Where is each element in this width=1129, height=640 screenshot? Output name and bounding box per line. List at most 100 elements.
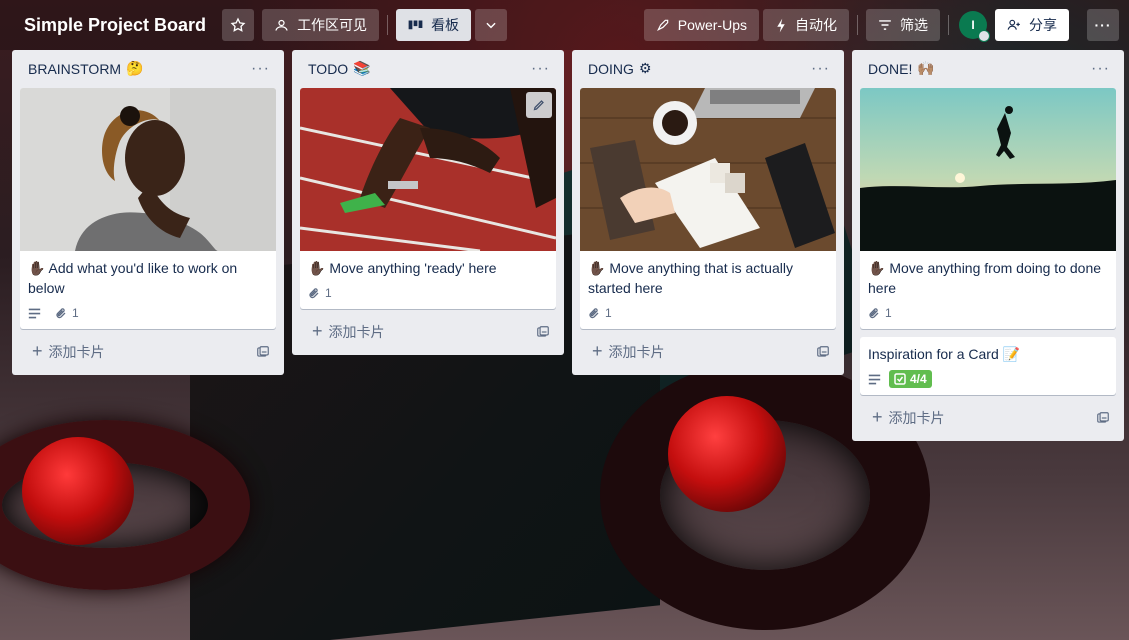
star-button[interactable] [222,9,255,41]
avatar[interactable]: I [959,11,990,42]
share-button[interactable]: 分享 [995,9,1069,41]
list-header[interactable]: DONE! 🙌🏽 ··· [860,50,1116,88]
list-title[interactable]: DONE! 🙌🏽 [868,61,935,77]
attachment-badge: 1 [308,286,332,300]
list-menu-button[interactable]: ··· [811,60,830,78]
card-badges: 1 [588,303,828,323]
description-indicator [868,374,881,385]
description-indicator [28,308,41,319]
plus-icon: + [32,340,43,361]
edit-card-button[interactable] [526,92,552,118]
books-icon: 📚 [353,61,371,77]
card-body: Inspiration for a Card 📝 4/4 [860,337,1116,395]
card-body: ✋🏿 Move anything 'ready' here 1 [300,251,556,309]
list-todo: TODO 📚 ··· ✋🏿 Move anything 'ready' here… [292,50,564,355]
list-title-text: DOING [588,61,634,77]
card[interactable]: ✋🏿 Move anything from doing to done here… [860,88,1116,329]
card[interactable]: ✋🏿 Move anything 'ready' here 1 [300,88,556,309]
add-card-button[interactable]: + 添加卡片 [20,337,276,367]
thinking-face-icon: 🤔 [126,61,144,77]
card-title: ✋🏿 Move anything that is actually starte… [588,260,793,296]
list-header[interactable]: BRAINSTORM 🤔 ··· [20,50,276,88]
card-title: ✋🏿 Add what you'd like to work on below [28,260,238,296]
view-switcher-button[interactable] [475,9,508,41]
list-brainstorm: BRAINSTORM 🤔 ··· ✋🏿 Add what you'd like … [12,50,284,375]
list-title[interactable]: TODO 📚 [308,61,371,77]
card-cover-image [20,88,276,251]
attachment-count: 1 [72,306,79,320]
card[interactable]: ✋🏿 Move anything that is actually starte… [580,88,836,329]
board-icon [408,20,423,29]
attachment-count: 1 [885,306,892,320]
plus-icon: + [592,340,603,361]
filter-label: 筛选 [900,17,928,33]
board-view-button[interactable]: 看板 [396,9,472,41]
list-header[interactable]: DOING ⚙ ··· [580,50,836,88]
card[interactable]: Inspiration for a Card 📝 4/4 [860,337,1116,395]
list-title[interactable]: DOING ⚙ [588,61,651,77]
card-cover-image [860,88,1116,251]
list-header[interactable]: TODO 📚 ··· [300,50,556,88]
filter-icon [879,20,891,30]
divider [857,15,858,35]
list-menu-button[interactable]: ··· [251,60,270,78]
list-title[interactable]: BRAINSTORM 🤔 [28,61,144,77]
create-from-template-icon[interactable] [536,325,550,339]
card-cover-image [300,88,556,251]
add-card-button[interactable]: + 添加卡片 [580,337,836,367]
divider [948,15,949,35]
automation-button[interactable]: 自动化 [763,9,849,41]
add-card-label-wrap: + 添加卡片 [312,321,385,343]
list-menu-button[interactable]: ··· [1091,60,1110,78]
board-view-label: 看板 [431,17,460,33]
background-shape [668,396,786,512]
pencil-icon [533,100,544,111]
rocket-icon [656,19,668,31]
admin-badge-icon [978,30,990,42]
attachment-count: 1 [605,306,612,320]
create-from-template-icon[interactable] [256,345,270,359]
filter-button[interactable]: 筛选 [866,9,940,41]
visibility-button[interactable]: 工作区可见 [262,9,380,41]
create-from-template-icon[interactable] [1096,411,1110,425]
list-done: DONE! 🙌🏽 ··· ✋🏿 Move anything from doing… [852,50,1124,441]
list-title-text: TODO [308,61,349,77]
attachment-badge: 1 [55,306,79,320]
card-cover-image [580,88,836,251]
checkbox-icon [894,373,906,385]
create-from-template-icon[interactable] [816,345,830,359]
card-title: Inspiration for a Card 📝 [868,346,1021,362]
add-member-icon [1007,19,1020,30]
gear-icon: ⚙ [638,61,652,77]
add-card-button[interactable]: + 添加卡片 [300,317,556,347]
board-menu-button[interactable]: ··· [1087,9,1119,41]
card-title: ✋🏿 Move anything 'ready' here [308,260,497,276]
powerups-button[interactable]: Power-Ups [643,9,759,41]
paperclip-icon [589,307,599,318]
card-badges: 1 [28,303,268,323]
paperclip-icon [56,307,66,318]
paperclip-icon [869,307,879,318]
visibility-label: 工作区可见 [297,17,368,33]
list-title-text: BRAINSTORM [28,61,122,77]
lightning-icon [777,18,785,32]
more-icon: ··· [1094,17,1112,33]
card-body: ✋🏿 Move anything from doing to done here… [860,251,1116,329]
add-card-button[interactable]: + 添加卡片 [860,403,1116,433]
star-icon [230,17,246,32]
list-menu-button[interactable]: ··· [531,60,550,78]
attachment-badge: 1 [868,306,892,320]
avatar-initial: I [971,18,975,32]
card[interactable]: ✋🏿 Add what you'd like to work on below … [20,88,276,329]
card-title: ✋🏿 Move anything from doing to done here [868,260,1102,296]
board-title[interactable]: Simple Project Board [14,11,214,40]
attachment-badge: 1 [588,306,612,320]
paperclip-icon [309,287,319,298]
raising-hands-icon: 🙌🏽 [917,61,935,77]
add-card-label-wrap: + 添加卡片 [32,340,105,363]
board-header: Simple Project Board 工作区可见 看板 Power-Ups … [0,0,1129,50]
card-badges: 1 [868,303,1108,323]
checklist-badge: 4/4 [889,370,932,388]
attachment-count: 1 [325,286,332,300]
card-body: ✋🏿 Move anything that is actually starte… [580,251,836,329]
